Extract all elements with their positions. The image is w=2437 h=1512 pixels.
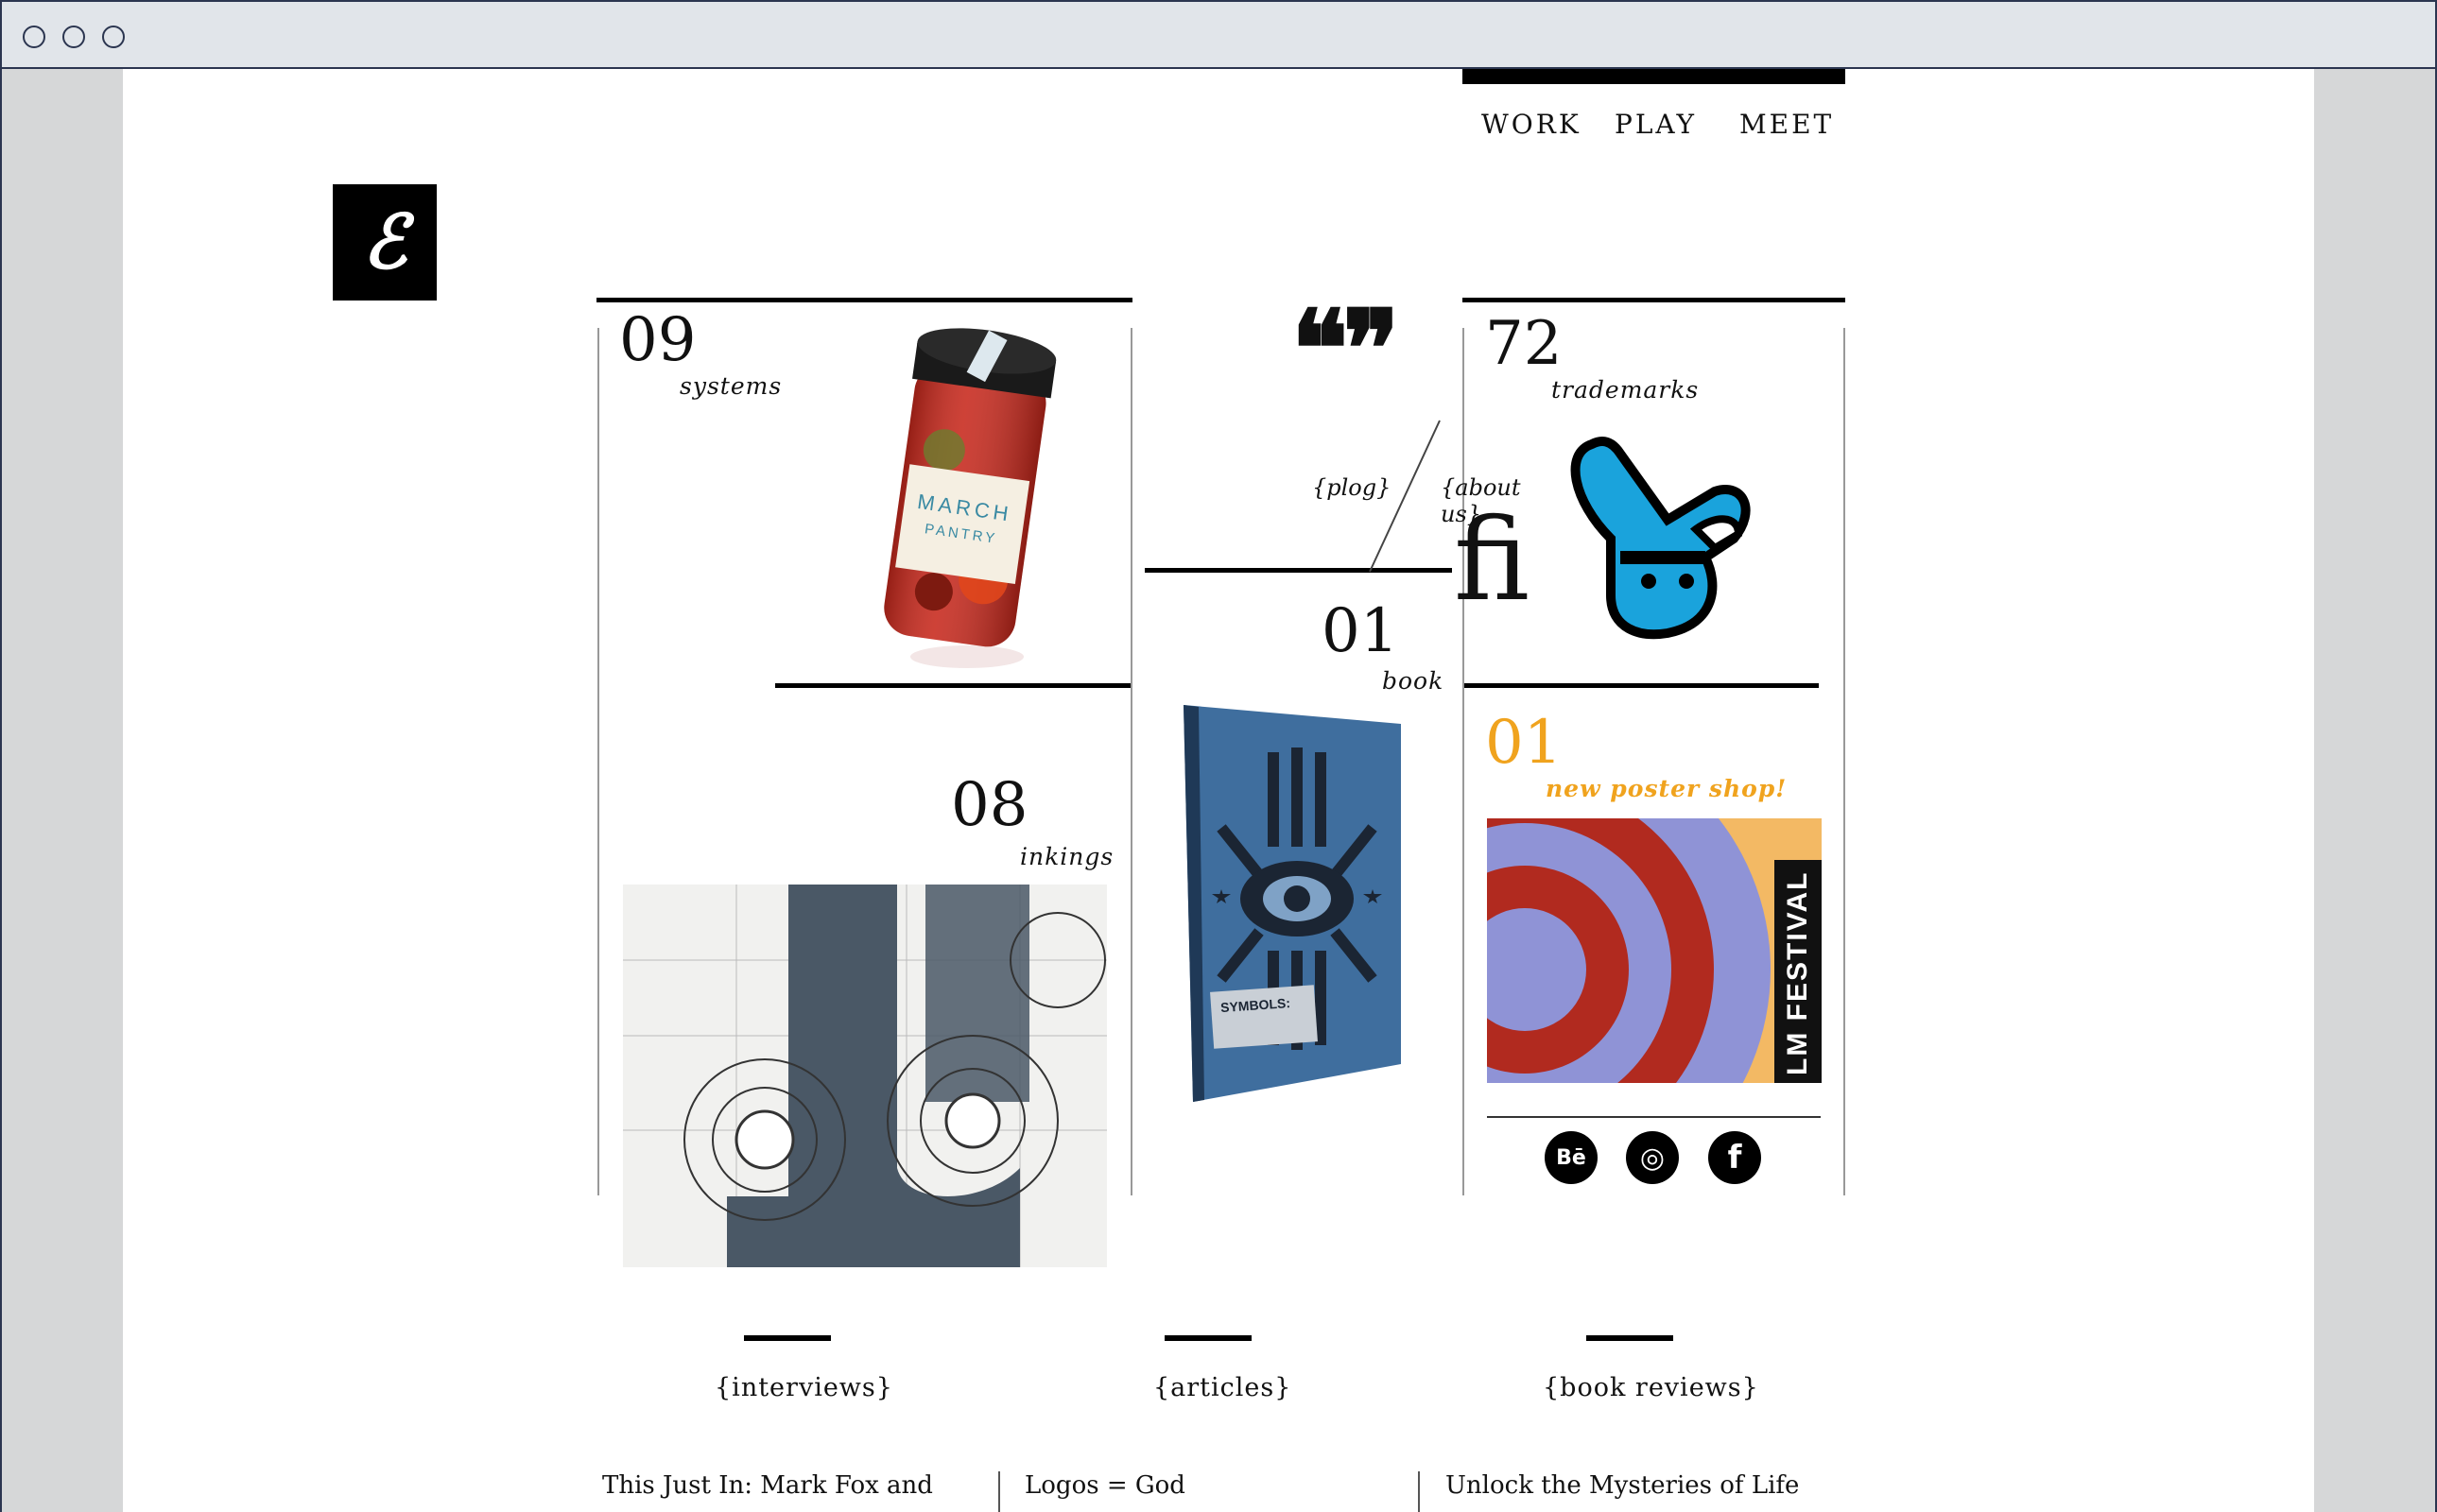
tile-systems[interactable]: 09 systems MARCH PANTRY	[598, 302, 1130, 680]
nav-top-rule	[1462, 69, 1845, 84]
brand-monogram-icon: ℰ	[362, 199, 407, 285]
trademarks-label: trademarks	[1551, 376, 1700, 404]
nav-play[interactable]: PLAY	[1615, 109, 1697, 140]
brand-logo[interactable]: ℰ	[333, 184, 437, 301]
interviews-heading[interactable]: {interviews}	[715, 1373, 893, 1402]
articles-rule	[1165, 1335, 1252, 1341]
inkings-label: inkings	[1020, 843, 1115, 870]
instagram-icon[interactable]: ◎	[1626, 1131, 1679, 1184]
tile-trademarks[interactable]: 72 trademarks	[1464, 302, 1842, 680]
book-review-title[interactable]: Unlock the Mysteries of Life	[1445, 1471, 1799, 1500]
social-divider	[1487, 1116, 1821, 1118]
inkings-count: 08	[951, 770, 1028, 840]
footer-divider	[1418, 1471, 1420, 1512]
grid-line	[1843, 328, 1845, 1195]
minimize-window-icon[interactable]	[62, 26, 85, 48]
interviews-rule	[744, 1335, 831, 1341]
page-content: WORK PLAY MEET ℰ 09 systems MARCH PANTRY	[123, 69, 2314, 1512]
book-count: 01	[1322, 596, 1399, 666]
articles-heading[interactable]: {articles}	[1153, 1373, 1291, 1402]
maximize-window-icon[interactable]	[102, 26, 125, 48]
book-label: book	[1382, 667, 1444, 695]
divider-slash	[1369, 420, 1441, 573]
facebook-icon[interactable]: f	[1708, 1131, 1761, 1184]
tile-quotes: ❝❞ {plog} {about us} ﬁ	[1132, 297, 1530, 618]
rabbit-mark-icon	[1570, 437, 1751, 640]
festival-poster: LM FESTIVAL	[1487, 818, 1822, 1083]
symbols-book-cover: SYMBOLS:	[1184, 705, 1401, 1102]
systems-count: 09	[619, 305, 697, 375]
close-window-icon[interactable]	[23, 26, 45, 48]
tile-book[interactable]: 01 book SYMBOLS:	[1132, 573, 1461, 1194]
behance-icon[interactable]: Bē	[1545, 1131, 1598, 1184]
pickle-jar-photo: MARCH PANTRY	[884, 328, 1057, 668]
tile-inkings[interactable]: 08 inkings	[598, 688, 1130, 1267]
tile-poster-shop[interactable]: 01 new poster shop! LM FESTIVAL	[1464, 688, 1842, 1113]
quote-marks-icon: ❝❞	[1291, 287, 1400, 411]
poster-title-text: LM FESTIVAL	[1782, 871, 1813, 1075]
book-reviews-heading[interactable]: {book reviews}	[1543, 1373, 1759, 1402]
book-reviews-rule	[1586, 1335, 1673, 1341]
systems-label: systems	[680, 372, 783, 400]
poster-count: 01	[1485, 708, 1563, 778]
trademarks-count: 72	[1485, 309, 1563, 379]
browser-titlebar	[0, 0, 2437, 69]
nav-work[interactable]: WORK	[1481, 109, 1581, 140]
interview-article-title[interactable]: This Just In: Mark Fox and	[602, 1471, 933, 1500]
window-border-left	[0, 69, 2, 1512]
poster-shop-label: new poster shop!	[1546, 775, 1788, 802]
article-title[interactable]: Logos = God	[1025, 1471, 1185, 1500]
nav-meet[interactable]: MEET	[1739, 109, 1834, 140]
footer-divider	[998, 1471, 1000, 1512]
lettering-sketch	[623, 885, 1107, 1267]
